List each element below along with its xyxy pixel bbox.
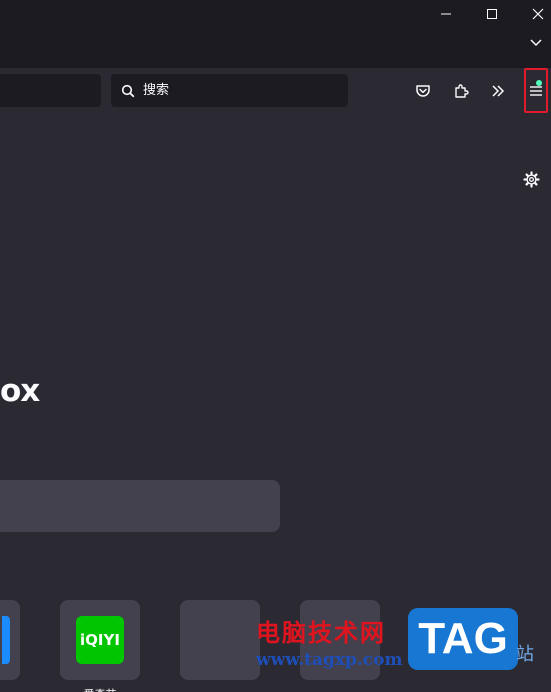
address-bar[interactable] [0,74,101,107]
navigation-toolbar [0,68,551,114]
bookmarks-toolbar [0,114,551,149]
new-tab-page: ox iQIYI 爱奇艺 电脑技术网 www.tagxp.com TAG 站 [0,148,551,692]
overflow-menu-button[interactable] [483,75,513,107]
top-site-tile-iqiyi[interactable]: iQIYI [60,600,140,680]
pocket-icon [416,85,430,97]
update-badge [536,80,542,86]
site-logo-partial [2,616,10,664]
close-icon [532,8,544,20]
search-bar[interactable] [111,74,348,107]
chevron-down-icon [530,39,542,47]
top-site-tile-partial[interactable] [0,600,20,680]
minimize-button[interactable] [423,0,469,28]
brand-wordmark: ox [0,373,40,409]
top-site-label-iqiyi: 爱奇艺 [60,686,140,692]
search-input[interactable] [141,82,325,99]
watermark-url: www.tagxp.com [256,650,403,670]
personalize-button[interactable] [518,166,544,192]
watermark-logo: TAG [408,608,518,670]
close-button[interactable] [515,0,551,28]
title-bar [0,0,551,68]
pocket-button[interactable] [408,75,438,107]
app-menu-highlight [524,68,548,113]
gear-icon [522,170,540,188]
overflow-chevron-icon [492,85,505,97]
search-icon [121,84,135,98]
maximize-icon [487,9,497,19]
minimize-icon [441,13,451,15]
maximize-button[interactable] [469,0,515,28]
watermark-site-name: 电脑技术网 [256,618,386,647]
extensions-button[interactable] [446,75,476,107]
top-site-tile-empty[interactable] [180,600,260,680]
iqiyi-logo: iQIYI [76,616,124,664]
list-all-tabs-button[interactable] [521,28,551,58]
extensions-icon [455,84,469,98]
watermark-side-text: 站 [516,644,534,665]
new-tab-search-box[interactable] [0,480,280,532]
